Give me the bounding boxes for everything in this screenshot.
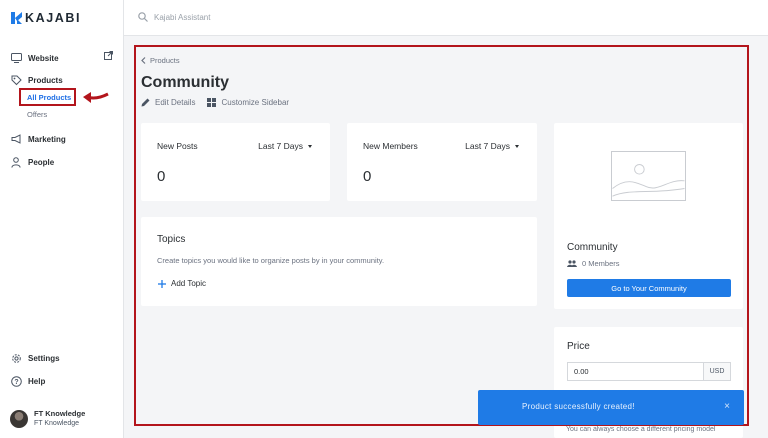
sidebar-item-label: Products (28, 75, 63, 85)
sidebar-item-people[interactable]: People (10, 156, 54, 168)
edit-details-label: Edit Details (155, 98, 196, 107)
customize-sidebar-label: Customize Sidebar (221, 98, 290, 107)
go-to-community-button[interactable]: Go to Your Community (567, 279, 731, 297)
sidebar: KAJABI Website Products All Products Off… (0, 0, 124, 438)
kajabi-logo-mark-icon (11, 12, 22, 24)
add-topic-button[interactable]: Add Topic (158, 279, 206, 288)
pencil-icon (141, 98, 150, 107)
stat-card-new-members: New Members Last 7 Days 0 (347, 123, 537, 201)
external-link-icon[interactable] (104, 51, 113, 60)
edit-details-button[interactable]: Edit Details (141, 98, 195, 107)
community-title: Community (567, 242, 618, 253)
topics-title: Topics (157, 234, 186, 245)
logo-text: KAJABI (25, 11, 82, 25)
stat-card-new-posts: New Posts Last 7 Days 0 (141, 123, 330, 201)
stat-value: 0 (157, 168, 166, 185)
pricing-note: You can always choose a different pricin… (566, 426, 716, 433)
avatar (10, 410, 28, 428)
stat-label: New Posts (157, 141, 198, 151)
sidebar-item-marketing[interactable]: Marketing (10, 133, 66, 145)
tag-icon (10, 74, 22, 86)
search-input[interactable]: Kajabi Assistant (138, 12, 210, 22)
annotation-arrow-icon (83, 92, 109, 103)
chevron-left-icon (141, 57, 146, 64)
megaphone-icon (10, 133, 22, 145)
annotation-highlight-box (19, 88, 76, 106)
date-range-label: Last 7 Days (258, 141, 303, 151)
community-card: Community 0 Members Go to Your Community (554, 123, 743, 309)
kajabi-logo[interactable]: KAJABI (11, 11, 81, 25)
layout-grid-icon (207, 98, 217, 107)
page-actions: Edit Details Customize Sidebar (141, 98, 289, 107)
profile-subtitle: FT Knowledge (34, 420, 80, 427)
sidebar-item-website[interactable]: Website (10, 52, 59, 64)
plus-icon (158, 279, 166, 288)
sidebar-item-label: Settings (28, 353, 60, 363)
sidebar-item-help[interactable]: ? Help (10, 375, 45, 387)
breadcrumb[interactable]: Products (141, 56, 180, 65)
add-topic-label: Add Topic (171, 279, 206, 288)
date-range-dropdown[interactable]: Last 7 Days (465, 141, 519, 151)
gear-icon (10, 352, 22, 364)
topics-description: Create topics you would like to organize… (157, 256, 385, 265)
person-icon (10, 156, 22, 168)
currency-label: USD (703, 362, 731, 381)
sidebar-item-label: Website (28, 53, 59, 63)
date-range-label: Last 7 Days (465, 141, 510, 151)
customize-sidebar-button[interactable]: Customize Sidebar (207, 98, 289, 107)
monitor-icon (10, 52, 22, 64)
sidebar-item-label: Help (28, 376, 46, 386)
svg-text:?: ? (14, 379, 18, 386)
topics-card: Topics Create topics you would like to o… (141, 217, 537, 306)
search-icon (138, 12, 148, 22)
member-count: 0 Members (567, 259, 620, 268)
date-range-dropdown[interactable]: Last 7 Days (258, 141, 312, 151)
sidebar-item-label: Marketing (28, 134, 66, 144)
close-icon[interactable]: × (724, 401, 730, 412)
caret-down-icon (515, 144, 519, 148)
top-bar: Kajabi Assistant (124, 0, 768, 36)
members-label: 0 Members (582, 259, 620, 268)
price-title: Price (567, 341, 590, 352)
toast-message: Product successfully created! (522, 402, 635, 411)
sidebar-item-settings[interactable]: Settings (10, 352, 60, 364)
breadcrumb-link: Products (150, 56, 180, 65)
question-icon: ? (10, 375, 22, 387)
stat-value: 0 (363, 168, 372, 185)
stat-label: New Members (363, 141, 418, 151)
search-placeholder: Kajabi Assistant (154, 12, 211, 22)
image-placeholder-icon (611, 151, 686, 201)
caret-down-icon (308, 144, 312, 148)
sidebar-item-products[interactable]: Products (10, 74, 63, 86)
sidebar-subitem-offers[interactable]: Offers (27, 110, 47, 119)
members-icon (567, 260, 577, 267)
sidebar-item-label: People (28, 157, 55, 167)
profile-name: FT Knowledge (34, 409, 86, 418)
user-profile[interactable]: FT Knowledge FT Knowledge (10, 409, 85, 429)
price-input[interactable]: 0.00 (567, 362, 703, 381)
page-title: Community (141, 74, 229, 91)
success-toast: Product successfully created! × (478, 390, 744, 425)
